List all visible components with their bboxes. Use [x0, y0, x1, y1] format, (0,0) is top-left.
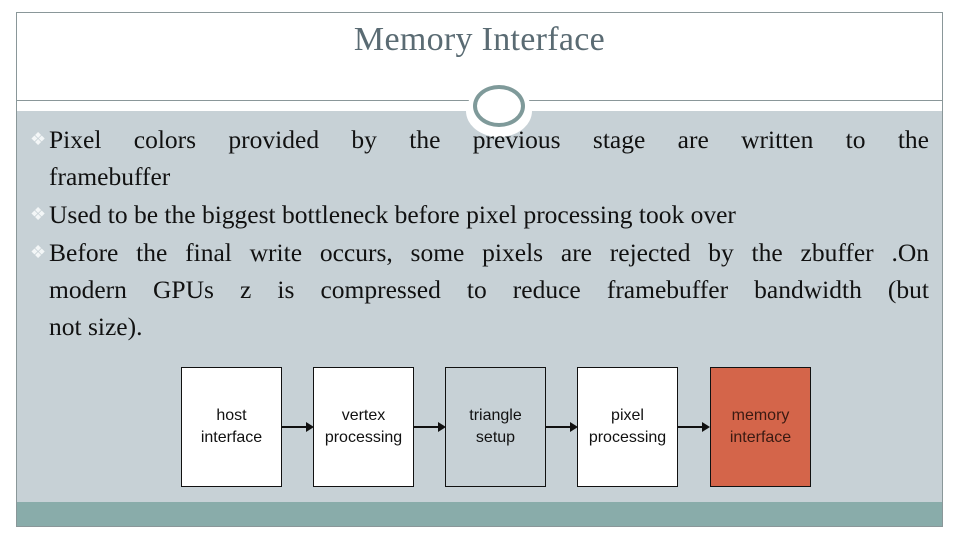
stage-memory-interface: memory interface — [710, 367, 811, 487]
arrow-connector — [678, 422, 710, 432]
stage-label: setup — [475, 429, 516, 446]
stage-vertex-processing: vertex processing — [313, 367, 414, 487]
stage-triangle-setup: triangle setup — [445, 367, 546, 487]
slide-frame: Memory Interface ❖ Pixel colors provided… — [16, 12, 943, 527]
stage-pixel-processing: pixel processing — [577, 367, 678, 487]
stage-host-interface: host interface — [181, 367, 282, 487]
arrow-connector — [282, 422, 314, 432]
stage-label: vertex — [341, 407, 386, 424]
stage-label: pixel — [611, 407, 644, 424]
stage-label: interface — [729, 429, 792, 446]
stage-label: processing — [324, 429, 403, 446]
arrow-connector — [546, 422, 578, 432]
stage-label: triangle — [469, 407, 522, 424]
stage-label: processing — [588, 429, 667, 446]
stage-label: memory — [731, 407, 790, 424]
pipeline-diagram: host interface vertex processing triangle s… — [17, 13, 942, 526]
stage-label: interface — [200, 429, 263, 446]
stage-label: host — [216, 407, 247, 424]
arrow-connector — [414, 422, 446, 432]
